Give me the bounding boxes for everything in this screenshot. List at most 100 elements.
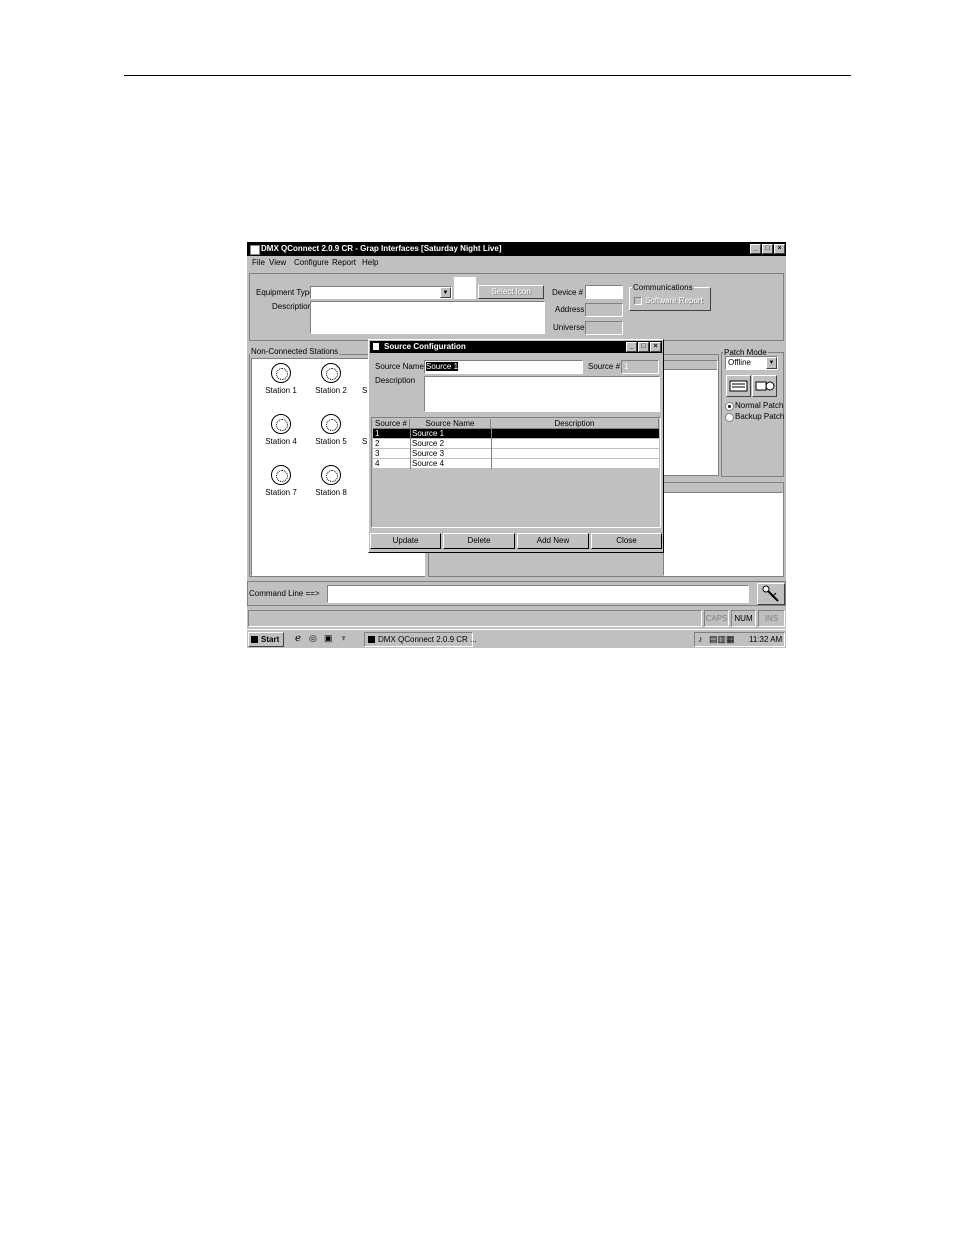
command-execute-button[interactable] (757, 583, 785, 605)
command-line-label: Command Line ==> (249, 589, 320, 598)
station-3-partial: S (362, 386, 368, 395)
station-8[interactable]: Station 8 (306, 465, 356, 497)
menu-view[interactable]: View (269, 256, 286, 270)
dialog-close-button[interactable]: × (650, 342, 661, 352)
dmx-connector-icon (271, 465, 291, 485)
normal-patch-label: Normal Patch (735, 401, 784, 410)
station-label: Station 4 (265, 437, 297, 446)
dialog-minimize-button[interactable]: _ (626, 342, 637, 352)
row-source-name: Source 2 (412, 439, 445, 448)
start-label: Start (261, 635, 280, 644)
start-button[interactable]: Start (248, 632, 284, 647)
volume-icon[interactable]: ♪ (698, 633, 703, 646)
station-label: Station 5 (315, 437, 347, 446)
source-name-label: Source Name (375, 362, 424, 371)
dialog-close-action-button[interactable]: Close (591, 533, 662, 549)
command-line-input[interactable] (327, 585, 749, 603)
station-2[interactable]: Station 2 (306, 363, 356, 395)
chevron-down-icon[interactable]: ▼ (766, 357, 777, 369)
column-description[interactable]: Description (491, 419, 659, 429)
connected-list-header (664, 361, 717, 370)
select-icon-button[interactable]: Select Icon (478, 285, 544, 299)
universe-field[interactable] (585, 321, 623, 335)
software-report-checkbox[interactable] (634, 297, 642, 305)
backup-patch-radio[interactable] (725, 413, 734, 422)
communications-label: Communications (632, 283, 694, 292)
table-row[interactable]: 3 Source 3 (373, 449, 659, 459)
connected-list[interactable] (663, 360, 718, 475)
row-source-name: Source 3 (412, 449, 445, 458)
system-tray: ♪ ▤▥▦ 11:32 AM (694, 632, 785, 647)
dmx-connector-icon (321, 414, 341, 434)
dmx-connector-icon (271, 414, 291, 434)
menu-bar: File View Configure Report Help (247, 256, 786, 270)
channel-icon[interactable]: ♆ (340, 633, 347, 643)
ins-indicator: INS (758, 610, 785, 627)
software-report-label: Software Report (645, 296, 703, 305)
status-message (248, 610, 702, 627)
delete-button[interactable]: Delete (443, 533, 515, 549)
taskbar: Start ℯ ◎ ▣ ♆ DMX QConnect 2.0.9 CR ... … (247, 629, 786, 648)
device-field[interactable] (585, 285, 623, 299)
station-1[interactable]: Station 1 (256, 363, 306, 395)
normal-patch-radio[interactable] (725, 402, 734, 411)
device-label: Device # (552, 288, 584, 297)
menu-configure[interactable]: Configure (294, 256, 329, 270)
title-bar[interactable]: DMX QConnect 2.0.9 CR - Grap Interfaces … (247, 242, 786, 256)
non-connected-label: Non-Connected Stations (250, 347, 340, 356)
source-num-field[interactable]: 1 (621, 360, 659, 374)
equipment-type-select[interactable]: ▼ (310, 286, 452, 299)
update-button[interactable]: Update (370, 533, 441, 549)
num-indicator: NUM (731, 610, 756, 627)
dmx-connector-icon (271, 363, 291, 383)
column-source-num[interactable]: Source # (373, 419, 410, 429)
source-grid-body: Source # Source Name Description 1 Sourc… (373, 419, 659, 469)
patch-mode-value: Offline (728, 358, 751, 367)
source-grid[interactable]: Source # Source Name Description 1 Sourc… (371, 417, 661, 528)
station-4[interactable]: Station 4 (256, 414, 306, 446)
menu-file[interactable]: File (252, 256, 265, 270)
tray-app-icon[interactable]: ▤▥▦ (709, 633, 735, 646)
window-title: DMX QConnect 2.0.9 CR - Grap Interfaces … (261, 244, 502, 253)
dialog-title: Source Configuration (384, 342, 466, 351)
menu-help[interactable]: Help (362, 256, 378, 270)
caps-indicator: CAPS (704, 610, 729, 627)
equipment-icon-preview (454, 277, 476, 299)
grid-divider (491, 429, 492, 469)
patch-mode-select[interactable]: Offline ▼ (725, 356, 778, 370)
taskbar-app-button[interactable]: DMX QConnect 2.0.9 CR ... (364, 632, 477, 647)
app-icon (250, 245, 260, 255)
station-5[interactable]: Station 5 (306, 414, 356, 446)
desktop-icon[interactable]: ▣ (324, 633, 333, 644)
station-7[interactable]: Station 7 (256, 465, 306, 497)
column-source-name[interactable]: Source Name (410, 419, 491, 429)
close-button[interactable]: × (774, 244, 785, 254)
table-row[interactable]: 4 Source 4 (373, 459, 659, 469)
menu-report[interactable]: Report (332, 256, 356, 270)
station-6-partial: S (362, 437, 368, 446)
maximize-button[interactable]: □ (762, 244, 773, 254)
chevron-down-icon[interactable]: ▼ (440, 287, 451, 298)
address-field[interactable] (585, 303, 623, 317)
dialog-description-field[interactable] (424, 376, 660, 412)
description-field[interactable] (310, 301, 545, 334)
station-label: Station 7 (265, 488, 297, 497)
patch-connect-button[interactable] (752, 375, 777, 397)
row-source-num: 3 (375, 449, 380, 458)
dialog-maximize-button[interactable]: □ (638, 342, 649, 352)
lower-list[interactable] (663, 492, 783, 576)
table-row[interactable]: 1 Source 1 (373, 429, 659, 439)
row-source-num: 2 (375, 439, 380, 448)
dialog-description-label: Description (375, 376, 416, 385)
backup-patch-label: Backup Patch (735, 412, 785, 421)
minimize-button[interactable]: _ (750, 244, 761, 254)
patch-list-button[interactable] (726, 375, 751, 397)
station-label: Station 1 (265, 386, 297, 395)
source-name-field[interactable]: Source 1 (424, 360, 583, 374)
dmx-connector-icon (321, 363, 341, 383)
add-new-button[interactable]: Add New (517, 533, 589, 549)
browser-icon[interactable]: ℯ (295, 633, 301, 644)
dialog-title-bar[interactable]: Source Configuration _ □ × (370, 341, 662, 353)
table-row[interactable]: 2 Source 2 (373, 439, 659, 449)
outlook-icon[interactable]: ◎ (309, 633, 317, 644)
